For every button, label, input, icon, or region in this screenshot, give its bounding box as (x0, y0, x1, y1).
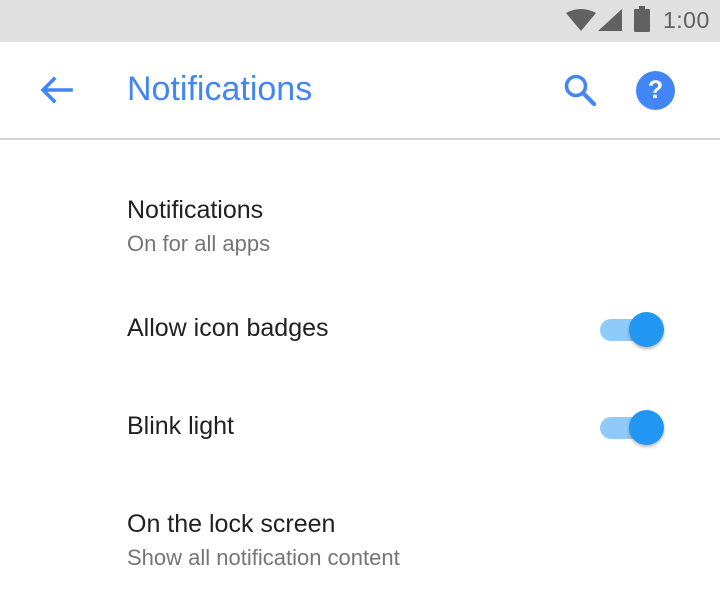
help-icon[interactable]: ? (636, 71, 675, 110)
setting-lock-screen-title: On the lock screen (127, 510, 336, 538)
toggle-thumb (629, 312, 664, 347)
icon-badges-toggle[interactable] (598, 310, 666, 350)
status-bar: 1:00 (0, 0, 720, 42)
app-bar: Notifications ? (0, 42, 720, 140)
setting-lock-screen[interactable]: On the lock screen Show all notification… (0, 500, 720, 590)
cellular-signal-icon (598, 9, 622, 31)
arrow-back-icon[interactable] (38, 72, 74, 108)
setting-lock-screen-summary: Show all notification content (127, 545, 400, 570)
toggle-thumb (629, 410, 664, 445)
setting-icon-badges-title: Allow icon badges (127, 314, 329, 342)
status-time: 1:00 (663, 7, 710, 33)
blink-light-toggle[interactable] (598, 408, 666, 448)
wifi-icon (566, 9, 596, 31)
setting-blink-light-title: Blink light (127, 412, 234, 440)
setting-notifications[interactable]: Notifications On for all apps (0, 186, 720, 272)
setting-notifications-title: Notifications (127, 196, 264, 224)
setting-icon-badges[interactable]: Allow icon badges (0, 290, 720, 370)
search-icon[interactable] (562, 72, 598, 108)
setting-blink-light[interactable]: Blink light (0, 388, 720, 468)
setting-notifications-summary: On for all apps (127, 231, 271, 256)
page-title: Notifications (127, 70, 313, 108)
battery-icon (634, 6, 650, 32)
